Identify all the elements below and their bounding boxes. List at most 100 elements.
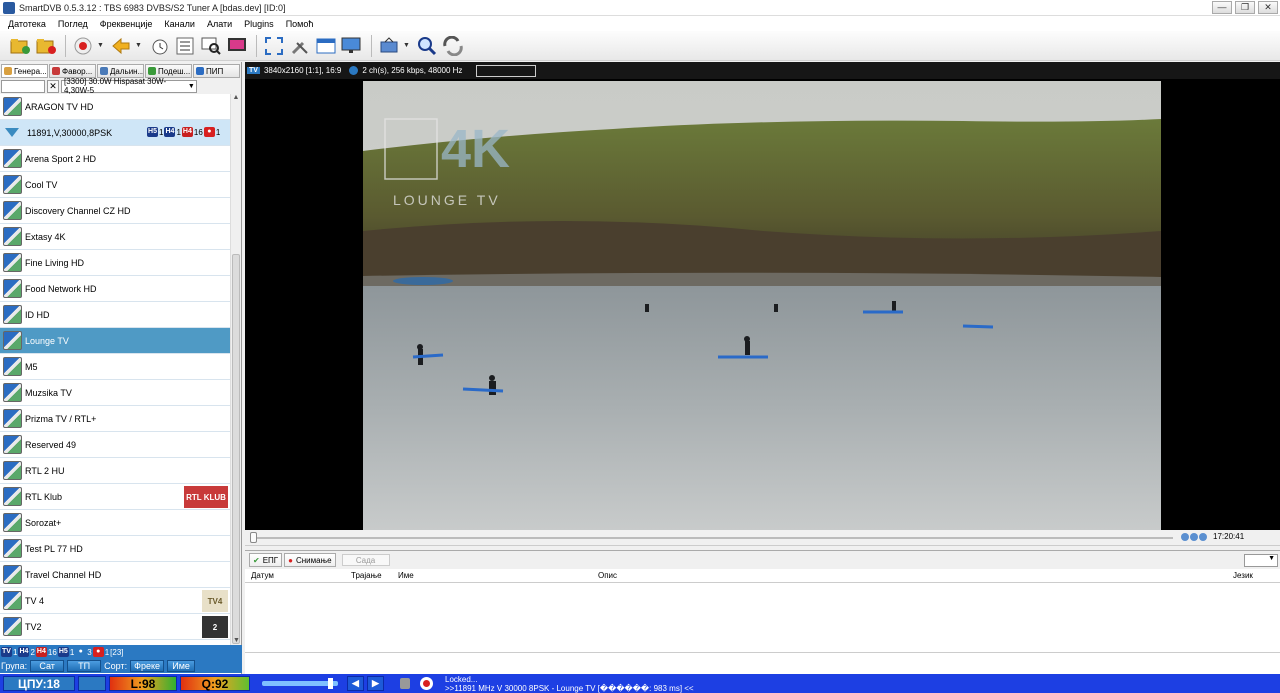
now-button[interactable]: Сада [341, 554, 390, 566]
tab-favorites[interactable]: Фавор... [49, 64, 96, 78]
expand-triangle-icon[interactable] [5, 128, 19, 137]
transponder-label: 11891,V,30000,8PSK [27, 127, 113, 138]
refresh-icon[interactable] [441, 34, 465, 58]
col-name[interactable]: Име [398, 571, 414, 580]
channel-row[interactable]: Extasy 4K [0, 224, 230, 250]
maximize-button[interactable]: ❐ [1235, 1, 1255, 14]
group-tp-button[interactable]: ТП [67, 660, 102, 672]
prev-icon[interactable] [1181, 533, 1189, 541]
monitor-icon[interactable] [225, 34, 249, 58]
col-date[interactable]: Датум [251, 571, 274, 580]
channels-icon[interactable] [377, 34, 401, 58]
channel-row[interactable]: ARAGON TV HD [0, 94, 230, 120]
col-duration[interactable]: Трајање [351, 571, 382, 580]
transponder-badges: H5 1 H4 1 H4 16 ● 1 [147, 127, 220, 137]
channel-row[interactable]: RTL 2 HU [0, 458, 230, 484]
channel-icon [3, 487, 22, 506]
seek-track[interactable] [253, 537, 1173, 539]
channel-row[interactable]: ID HD [0, 302, 230, 328]
channel-row[interactable]: RTL Klub RTL KLUB [0, 484, 230, 510]
tab-general[interactable]: Генера... [1, 64, 48, 78]
window-icon[interactable] [314, 34, 338, 58]
channel-name: TV2 [25, 621, 42, 632]
channel-row[interactable]: Prizma TV / RTL+ [0, 406, 230, 432]
volume-knob[interactable] [328, 678, 333, 689]
menu-help[interactable]: Помоћ [286, 19, 314, 29]
channel-row[interactable]: TV 4 TV4 [0, 588, 230, 614]
transponder-row[interactable]: 11891,V,30000,8PSK H5 1 H4 1 H4 16 ● 1 [0, 120, 230, 146]
title-bar: SmartDVB 0.5.3.12 : TBS 6983 DVBS/S2 Tun… [0, 0, 1280, 16]
next-icon[interactable] [1199, 533, 1207, 541]
scroll-up-icon[interactable]: ▲ [231, 94, 241, 105]
tab-recording[interactable]: ● Снимање [284, 553, 336, 567]
channel-name: Reserved 49 [25, 439, 77, 450]
sort-label: Сорт: [104, 661, 128, 671]
display-icon[interactable] [340, 34, 364, 58]
back-icon[interactable] [109, 34, 133, 58]
seek-knob[interactable] [250, 532, 257, 543]
minimize-button[interactable]: — [1212, 1, 1232, 14]
col-language[interactable]: Језик [1233, 571, 1253, 580]
zoom-icon[interactable] [415, 34, 439, 58]
col-description[interactable]: Опис [598, 571, 617, 580]
channel-filter-input[interactable] [1, 79, 45, 93]
scrollbar-thumb[interactable] [232, 254, 240, 644]
epg-select[interactable]: ▼ [1244, 554, 1278, 567]
channel-row[interactable]: Discovery Channel CZ HD [0, 198, 230, 224]
epg-header: Датум Трајање Име Опис Језик [245, 569, 1280, 583]
timer-icon[interactable] [147, 34, 171, 58]
tab-settings[interactable]: Подеш... [145, 64, 192, 78]
menu-plugins[interactable]: Plugins [244, 19, 274, 29]
signal-quality-meter: Q:92 [180, 676, 250, 691]
channel-row[interactable]: Reserved 49 [0, 432, 230, 458]
channel-row[interactable]: M5 [0, 354, 230, 380]
channel-row[interactable]: Travel Channel HD [0, 562, 230, 588]
menu-file[interactable]: Датотека [8, 19, 46, 29]
volume-slider[interactable] [262, 681, 338, 686]
channel-row[interactable]: Sorozat+ [0, 510, 230, 536]
pause-icon[interactable] [1190, 533, 1198, 541]
tools-icon[interactable] [288, 34, 312, 58]
channel-icon [3, 591, 22, 610]
record-status-icon[interactable] [420, 677, 433, 690]
sort-name-button[interactable]: Име [167, 660, 196, 672]
group-sat-button[interactable]: Сат [30, 660, 65, 672]
menu-tools[interactable]: Алати [207, 19, 232, 29]
filter-bar: ✕ [3300] 30.0W Hispasat 30W-4,30W-5 ▼ [0, 77, 241, 95]
tab-epg[interactable]: ✔ ЕПГ [249, 553, 283, 567]
menu-view[interactable]: Поглед [58, 19, 88, 29]
channel-list-scrollbar[interactable]: ▲ ▼ [230, 94, 241, 648]
folder-remove-icon[interactable] [34, 34, 58, 58]
channel-row[interactable]: Cool TV [0, 172, 230, 198]
menu-bar: Датотека Поглед Фреквенције Канали Алати… [0, 16, 1280, 31]
prev-channel-icon[interactable]: ◀ [347, 676, 364, 691]
record-dropdown-icon[interactable]: ▼ [97, 42, 105, 49]
info-box [476, 64, 537, 77]
channel-row[interactable]: Muzsika TV [0, 380, 230, 406]
channel-row[interactable]: Food Network HD [0, 276, 230, 302]
satellite-select[interactable]: [3300] 30.0W Hispasat 30W-4,30W-5 ▼ [61, 77, 197, 95]
channel-row[interactable]: Lounge TV [0, 328, 230, 354]
channels-dropdown-icon[interactable]: ▼ [403, 42, 411, 49]
count-value: 1 [104, 647, 110, 657]
list-icon[interactable] [173, 34, 197, 58]
fullscreen-icon[interactable] [262, 34, 286, 58]
video-panel[interactable]: TV 3840x2160 [1:1], 16:9 2 ch(s), 256 kb… [245, 62, 1280, 530]
menu-frequencies[interactable]: Фреквенције [100, 19, 153, 29]
channel-row[interactable]: TV2 2 [0, 614, 230, 640]
channel-row[interactable]: Test PL 77 HD [0, 536, 230, 562]
chevron-down-icon: ▼ [187, 82, 195, 90]
channel-row[interactable]: Arena Sport 2 HD [0, 146, 230, 172]
clear-filter-button[interactable]: ✕ [47, 79, 59, 93]
back-dropdown-icon[interactable]: ▼ [135, 42, 143, 49]
channel-row[interactable]: Fine Living HD [0, 250, 230, 276]
folder-add-icon[interactable] [8, 34, 32, 58]
search-screen-icon[interactable] [199, 34, 223, 58]
tab-pip[interactable]: ПИП [193, 64, 240, 78]
next-channel-icon[interactable]: ▶ [367, 676, 384, 691]
sort-freq-button[interactable]: Фреке [130, 660, 165, 672]
record-icon[interactable] [71, 34, 95, 58]
tab-remote[interactable]: Дальин... [97, 64, 144, 78]
menu-channels[interactable]: Канали [164, 19, 195, 29]
close-button[interactable]: ✕ [1258, 1, 1278, 14]
